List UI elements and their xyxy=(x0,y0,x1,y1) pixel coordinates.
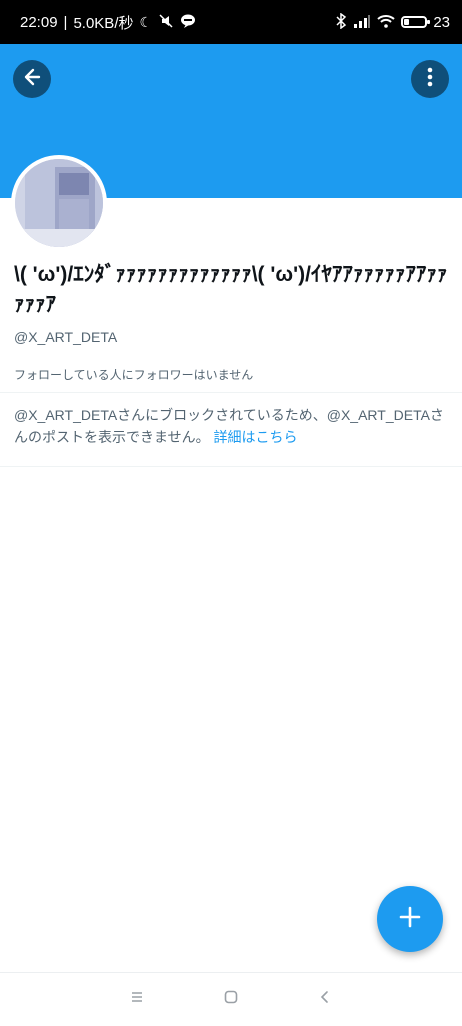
battery-percent: 23 xyxy=(433,13,450,31)
plus-icon xyxy=(398,905,422,934)
status-bar: 22:09 | 5.0KB/秒 ☾ 23 xyxy=(0,0,462,44)
status-right: 23 xyxy=(335,12,450,31)
user-handle: @X_ART_DETA xyxy=(14,329,118,345)
chat-icon xyxy=(180,13,196,31)
bluetooth-icon xyxy=(335,12,347,31)
home-square-icon xyxy=(223,989,239,1010)
nav-menu-button[interactable] xyxy=(122,985,152,1015)
divider xyxy=(0,392,462,393)
wifi-icon xyxy=(377,14,395,30)
chevron-left-icon xyxy=(319,989,331,1010)
nav-home-button[interactable] xyxy=(216,985,246,1015)
menu-icon xyxy=(129,990,145,1009)
divider xyxy=(0,466,462,467)
status-separator: | xyxy=(63,13,68,31)
signal-icon xyxy=(353,14,371,30)
nav-back-button[interactable] xyxy=(310,985,340,1015)
avatar-image xyxy=(15,159,103,247)
avatar[interactable] xyxy=(11,155,107,251)
learn-more-link[interactable]: 詳細はこちら xyxy=(213,429,297,445)
display-name: \( 'ω')/ｴﾝﾀﾞｧｧｧｧｧｧｧｧｧｧｧｧｧ\( 'ω')/ｲﾔｱｱｧｧｧ… xyxy=(14,263,448,316)
arrow-left-icon xyxy=(21,66,43,93)
system-nav-bar xyxy=(0,972,462,1026)
more-vertical-icon xyxy=(427,67,433,92)
status-time: 22:09 xyxy=(20,13,58,31)
followers-you-know-note: フォローしている人にフォロワーはいません xyxy=(14,368,254,382)
moon-icon: ☾ xyxy=(139,14,153,30)
battery-icon xyxy=(401,16,431,28)
blocked-notice: @X_ART_DETAさんにブロックされているため、@X_ART_DETAさんの… xyxy=(14,404,450,448)
status-network-speed: 5.0KB/秒 xyxy=(73,14,134,32)
mute-icon xyxy=(158,13,174,31)
more-options-button[interactable] xyxy=(411,60,449,98)
compose-post-button[interactable] xyxy=(377,886,443,952)
status-left: 22:09 | 5.0KB/秒 ☾ xyxy=(20,12,196,33)
back-button[interactable] xyxy=(13,60,51,98)
